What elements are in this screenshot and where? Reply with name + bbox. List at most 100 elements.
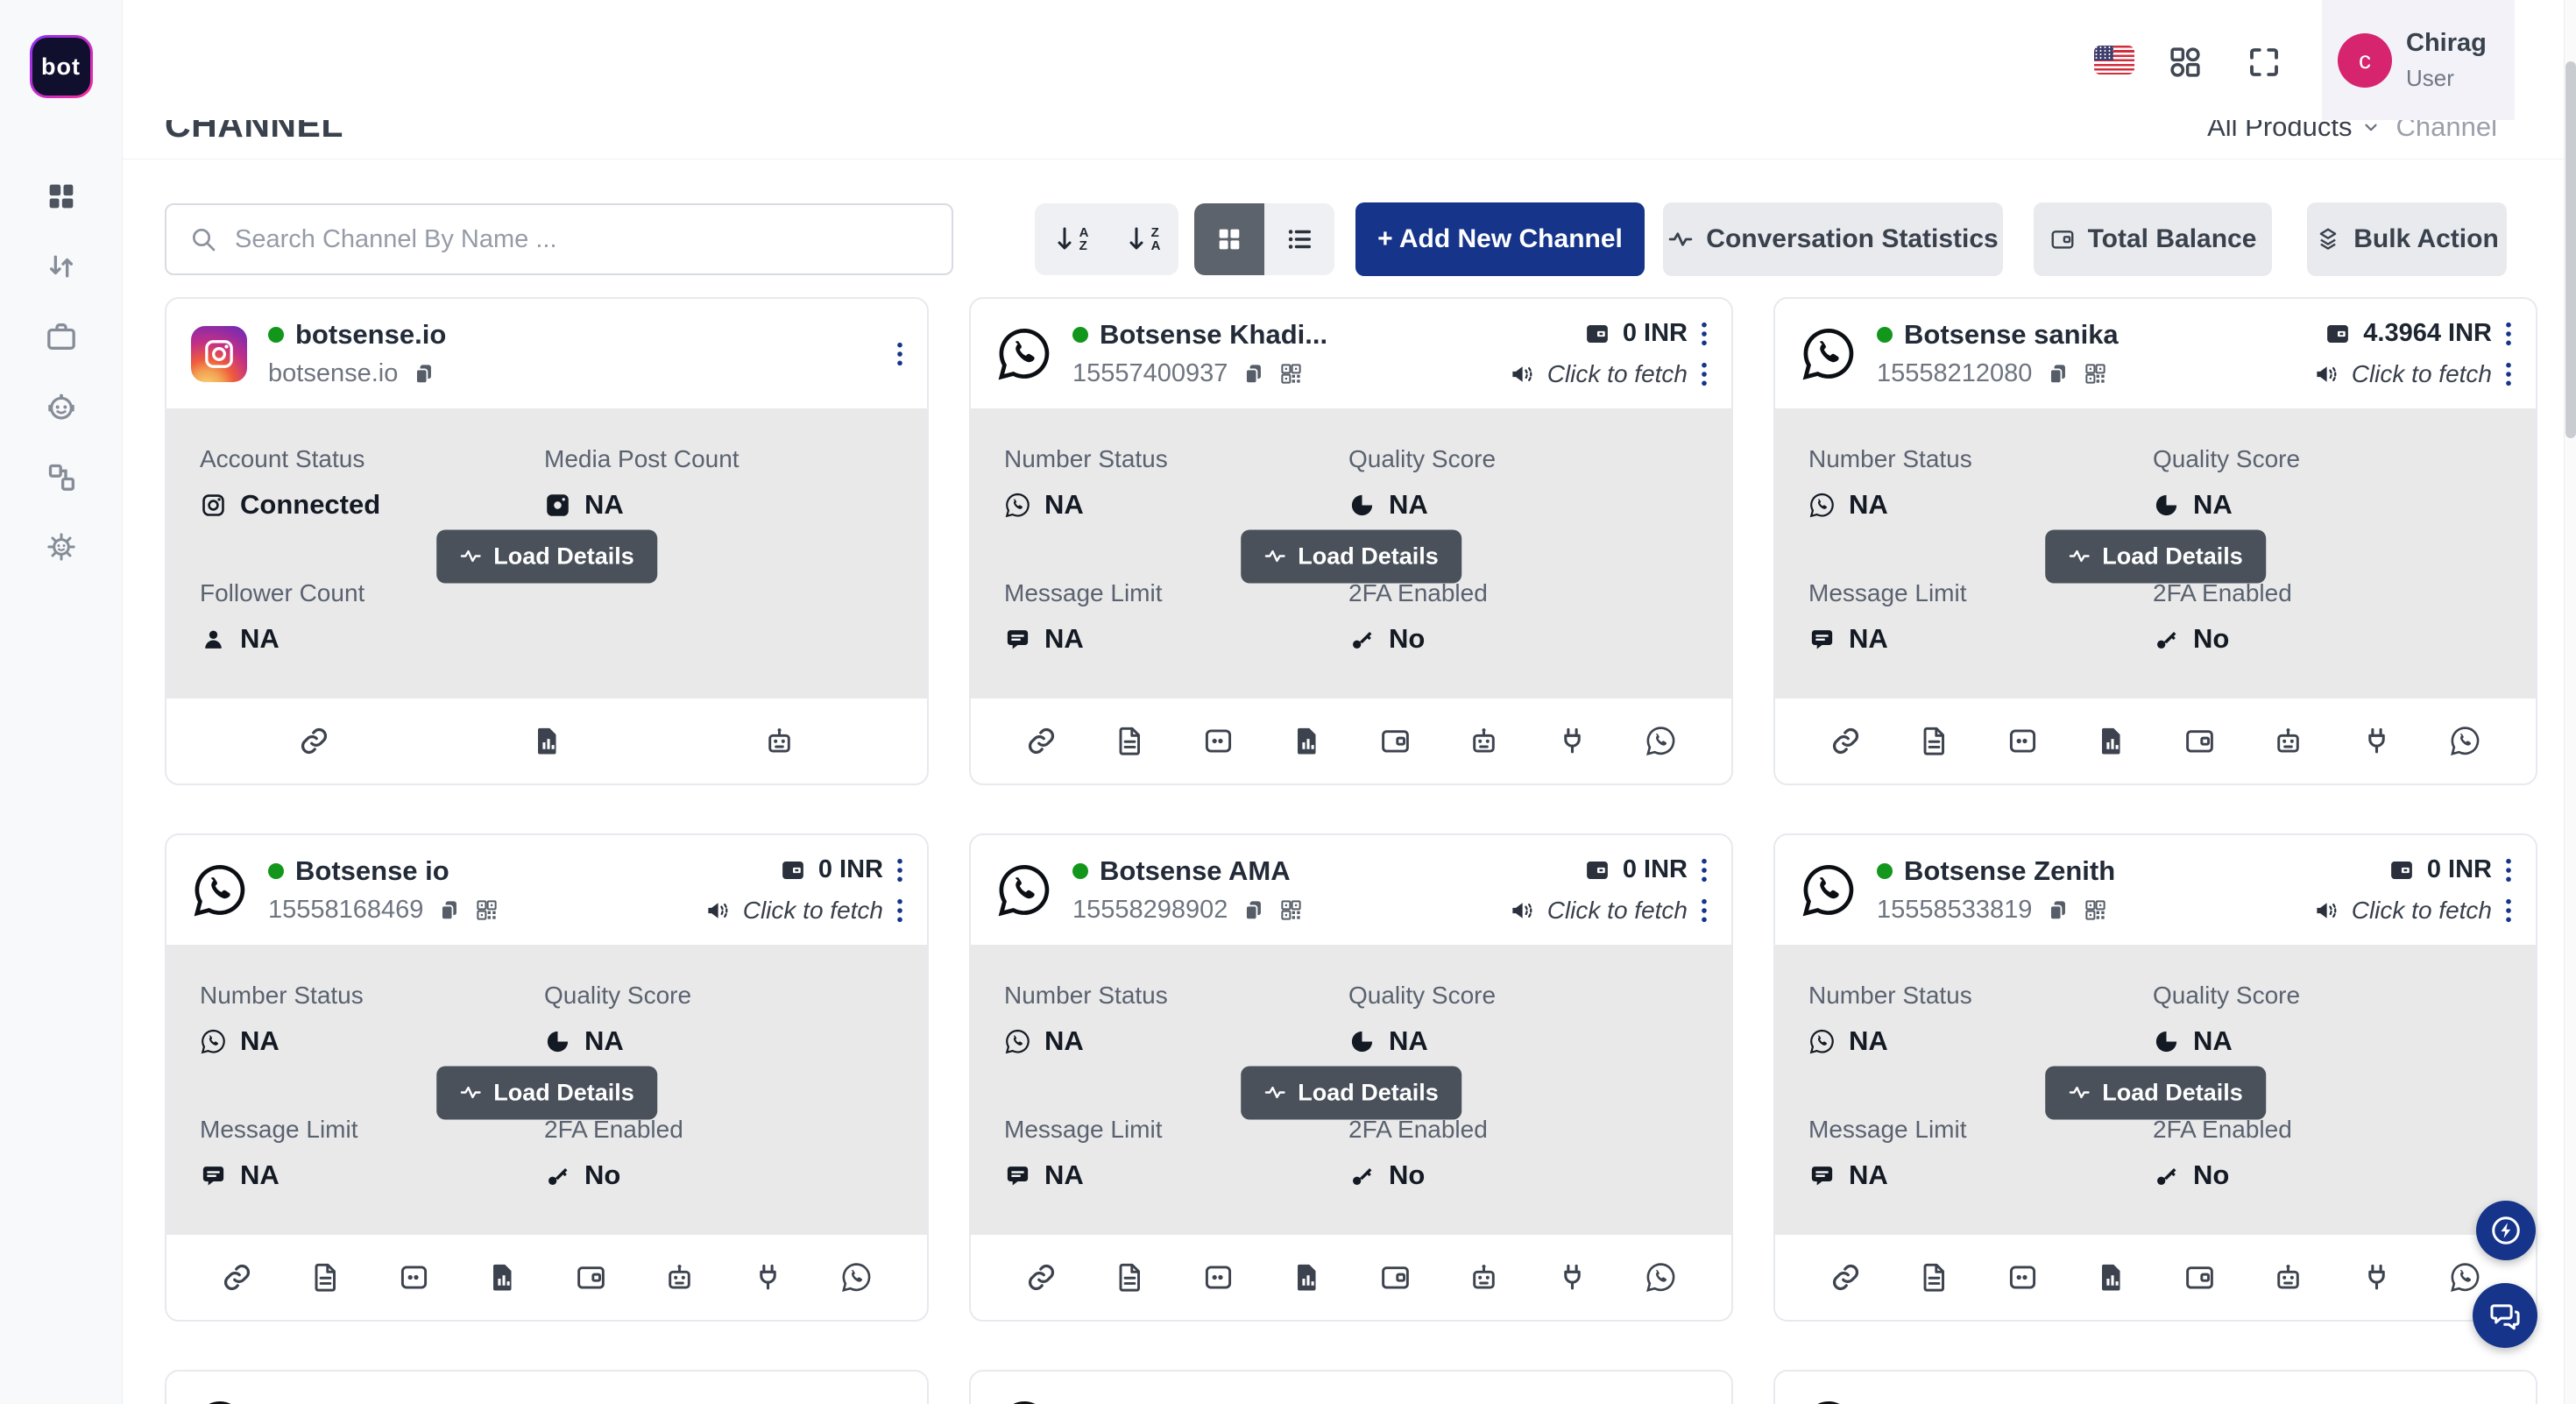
qr-code-icon[interactable] [1279, 898, 1303, 922]
sidebar-item-settings[interactable] [40, 526, 82, 568]
wallet-icon[interactable] [2183, 725, 2216, 757]
template-icon[interactable] [1918, 725, 1950, 757]
link-icon[interactable] [298, 725, 330, 757]
card-menu-icon[interactable] [2504, 321, 2513, 347]
load-details-button[interactable]: Load Details [2045, 1066, 2266, 1119]
click-to-fetch[interactable]: Click to fetch [743, 897, 883, 925]
payment-card-icon[interactable] [2006, 725, 2039, 757]
load-details-button[interactable]: Load Details [1241, 1066, 1461, 1119]
copy-icon[interactable] [1242, 362, 1265, 386]
plug-icon[interactable] [752, 1261, 784, 1294]
sidebar-item-bots[interactable] [40, 386, 82, 428]
link-icon[interactable] [1025, 725, 1058, 757]
link-icon[interactable] [1829, 1261, 1862, 1294]
page-scrollbar[interactable] [2564, 0, 2576, 1404]
template-icon[interactable] [1114, 725, 1146, 757]
us-flag-icon[interactable] [2094, 46, 2134, 74]
card-menu-icon[interactable] [2504, 857, 2513, 883]
card-menu-icon[interactable] [2504, 897, 2513, 924]
payment-card-icon[interactable] [1202, 1261, 1235, 1294]
bot-icon[interactable] [763, 725, 796, 757]
wallet-icon[interactable] [575, 1261, 607, 1294]
card-menu-icon[interactable] [895, 897, 904, 924]
qr-code-icon[interactable] [2084, 362, 2107, 386]
wallet-icon[interactable] [1379, 725, 1412, 757]
click-to-fetch[interactable]: Click to fetch [1547, 897, 1688, 925]
sort-desc-button[interactable]: ZA [1107, 203, 1178, 275]
apps-grid-button[interactable] [2167, 44, 2204, 81]
load-details-button[interactable]: Load Details [436, 1066, 657, 1119]
template-icon[interactable] [1918, 1261, 1950, 1294]
bot-icon[interactable] [663, 1261, 696, 1294]
copy-icon[interactable] [2046, 362, 2070, 386]
report-icon[interactable] [486, 1261, 519, 1294]
card-menu-icon[interactable] [895, 341, 904, 367]
sort-asc-button[interactable]: AZ [1035, 203, 1107, 275]
template-icon[interactable] [309, 1261, 342, 1294]
copy-icon[interactable] [1242, 898, 1265, 922]
sidebar-item-dashboard[interactable] [40, 175, 82, 217]
bot-icon[interactable] [1468, 725, 1500, 757]
copy-icon[interactable] [437, 898, 461, 922]
add-new-channel-button[interactable]: + Add New Channel [1355, 202, 1645, 276]
breadcrumb-parent[interactable]: All Products [2207, 120, 2380, 143]
load-details-button[interactable]: Load Details [1241, 529, 1461, 583]
plug-icon[interactable] [1556, 725, 1589, 757]
app-logo[interactable]: bot [30, 35, 93, 98]
click-to-fetch[interactable]: Click to fetch [2352, 897, 2492, 925]
bot-icon[interactable] [1468, 1261, 1500, 1294]
card-menu-icon[interactable] [1700, 897, 1709, 924]
report-icon[interactable] [531, 725, 563, 757]
total-balance-button[interactable]: Total Balance [2034, 202, 2272, 276]
sidebar-item-business[interactable] [40, 316, 82, 358]
user-menu[interactable]: c Chirag User [2322, 0, 2515, 120]
copy-icon[interactable] [412, 362, 435, 386]
search-input[interactable] [235, 225, 929, 254]
link-icon[interactable] [221, 1261, 253, 1294]
report-icon[interactable] [1291, 725, 1323, 757]
card-menu-icon[interactable] [1700, 361, 1709, 387]
link-icon[interactable] [1829, 725, 1862, 757]
qr-code-icon[interactable] [1279, 362, 1303, 386]
card-menu-icon[interactable] [895, 857, 904, 883]
payment-card-icon[interactable] [1202, 725, 1235, 757]
list-view-button[interactable] [1264, 203, 1334, 275]
whatsapp-icon[interactable] [2449, 725, 2481, 757]
plug-icon[interactable] [2360, 1261, 2393, 1294]
fullscreen-button[interactable] [2246, 44, 2282, 81]
whatsapp-icon[interactable] [1645, 725, 1677, 757]
payment-card-icon[interactable] [398, 1261, 430, 1294]
card-menu-icon[interactable] [1700, 857, 1709, 883]
click-to-fetch[interactable]: Click to fetch [1547, 360, 1688, 388]
qr-code-icon[interactable] [475, 898, 499, 922]
click-to-fetch[interactable]: Click to fetch [2352, 360, 2492, 388]
whatsapp-icon[interactable] [840, 1261, 873, 1294]
sidebar-item-workflows[interactable] [40, 245, 82, 287]
bot-icon[interactable] [2272, 1261, 2304, 1294]
bot-icon[interactable] [2272, 725, 2304, 757]
grid-view-button[interactable] [1194, 203, 1264, 275]
template-icon[interactable] [1114, 1261, 1146, 1294]
chat-support-button[interactable] [2473, 1283, 2537, 1348]
load-details-button[interactable]: Load Details [2045, 529, 2266, 583]
wallet-icon[interactable] [2183, 1261, 2216, 1294]
card-menu-icon[interactable] [2504, 361, 2513, 387]
report-icon[interactable] [1291, 1261, 1323, 1294]
whatsapp-icon[interactable] [2449, 1261, 2481, 1294]
copy-icon[interactable] [2046, 898, 2070, 922]
qr-code-icon[interactable] [2084, 898, 2107, 922]
payment-card-icon[interactable] [2006, 1261, 2039, 1294]
wallet-icon[interactable] [1379, 1261, 1412, 1294]
report-icon[interactable] [2095, 1261, 2127, 1294]
link-icon[interactable] [1025, 1261, 1058, 1294]
scrollbar-thumb[interactable] [2565, 61, 2576, 438]
whatsapp-icon[interactable] [1645, 1261, 1677, 1294]
conversation-statistics-button[interactable]: Conversation Statistics [1663, 202, 2003, 276]
plug-icon[interactable] [2360, 725, 2393, 757]
quick-actions-button[interactable] [2476, 1201, 2536, 1260]
bulk-action-button[interactable]: Bulk Action [2307, 202, 2507, 276]
report-icon[interactable] [2095, 725, 2127, 757]
sidebar-item-integrations[interactable] [40, 456, 82, 498]
card-menu-icon[interactable] [1700, 321, 1709, 347]
load-details-button[interactable]: Load Details [436, 529, 657, 583]
